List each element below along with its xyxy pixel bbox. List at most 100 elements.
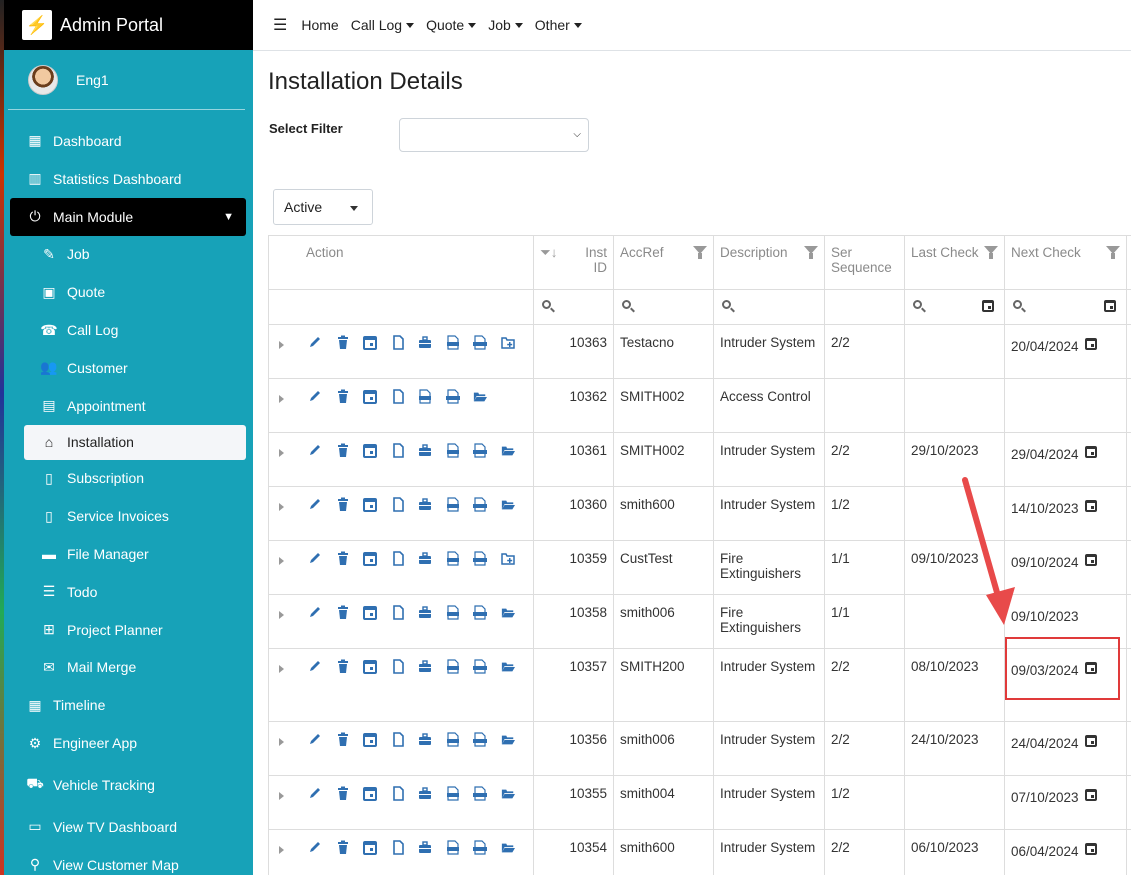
calendar-icon[interactable] <box>363 840 377 855</box>
menu-toggle-icon[interactable]: ☰ <box>273 15 287 35</box>
calendar-icon[interactable] <box>363 335 377 350</box>
edit-icon[interactable] <box>308 497 322 512</box>
pdf-icon[interactable] <box>446 551 460 566</box>
folder-open-icon[interactable] <box>501 840 515 855</box>
filter-cell-description[interactable] <box>714 290 825 324</box>
delete-icon[interactable] <box>336 551 350 566</box>
calendar-icon[interactable] <box>982 300 994 312</box>
edit-icon[interactable] <box>308 840 322 855</box>
document-icon[interactable] <box>391 732 405 747</box>
sidebar-item-main-module[interactable]: ⏻ Main Module ▼ <box>10 197 246 236</box>
pdf-icon[interactable] <box>446 335 460 350</box>
toolbox-icon[interactable] <box>418 732 432 747</box>
calendar-icon[interactable] <box>1084 843 1097 855</box>
document-icon[interactable] <box>391 389 405 404</box>
status-dropdown[interactable]: Active <box>273 189 373 225</box>
document-icon[interactable] <box>391 335 405 350</box>
topnav-call-log[interactable]: Call Log <box>351 17 414 33</box>
folder-open-icon[interactable] <box>501 786 515 801</box>
expand-row-icon[interactable] <box>279 791 284 800</box>
toolbox-icon[interactable] <box>418 605 432 620</box>
pdf-icon[interactable] <box>446 840 460 855</box>
document-icon[interactable] <box>391 659 405 674</box>
docx-icon[interactable] <box>473 659 487 674</box>
edit-icon[interactable] <box>308 732 322 747</box>
delete-icon[interactable] <box>336 389 350 404</box>
column-header-accref[interactable]: AccRef <box>614 236 714 289</box>
calendar-icon[interactable] <box>363 605 377 620</box>
topnav-other[interactable]: Other <box>535 17 582 33</box>
sidebar-item-dashboard[interactable]: ▦ Dashboard <box>0 122 253 160</box>
docx-icon[interactable] <box>473 732 487 747</box>
sidebar-item-appointment[interactable]: ▤ Appointment <box>0 387 253 425</box>
edit-icon[interactable] <box>308 786 322 801</box>
calendar-icon[interactable] <box>1084 789 1097 801</box>
delete-icon[interactable] <box>336 605 350 620</box>
pdf-icon[interactable] <box>446 605 460 620</box>
docx-icon[interactable] <box>473 786 487 801</box>
folder-plus-icon[interactable] <box>500 335 515 350</box>
folder-plus-icon[interactable] <box>500 551 515 566</box>
pdf-icon[interactable] <box>418 389 432 404</box>
calendar-icon[interactable] <box>1084 500 1097 512</box>
filter-cell-next-check[interactable] <box>1005 290 1127 324</box>
filter-icon[interactable] <box>1106 246 1120 259</box>
table-row[interactable]: 10355 smith004 Intruder System 1/2 07/10/202… <box>269 776 1131 830</box>
pdf-icon[interactable] <box>446 732 460 747</box>
pdf-icon[interactable] <box>446 659 460 674</box>
edit-icon[interactable] <box>308 605 322 620</box>
expand-row-icon[interactable] <box>279 845 284 854</box>
sidebar-item-engineer-app[interactable]: ⚙ Engineer App <box>0 724 253 762</box>
folder-open-icon[interactable] <box>501 732 515 747</box>
calendar-icon[interactable] <box>363 659 377 674</box>
topnav-job[interactable]: Job <box>488 17 523 33</box>
delete-icon[interactable] <box>336 335 350 350</box>
docx-icon[interactable] <box>473 551 487 566</box>
calendar-icon[interactable] <box>363 443 377 458</box>
filter-sort-icon[interactable]: ⏷↓ <box>540 245 558 261</box>
calendar-icon[interactable] <box>1084 554 1097 566</box>
calendar-icon[interactable] <box>363 497 377 512</box>
document-icon[interactable] <box>391 497 405 512</box>
expand-row-icon[interactable] <box>279 448 284 457</box>
edit-icon[interactable] <box>308 443 322 458</box>
folder-open-icon[interactable] <box>501 443 515 458</box>
table-row[interactable]: 10363 Testacno Intruder System 2/2 20/04/202… <box>269 325 1131 379</box>
filter-cell-accref[interactable] <box>614 290 714 324</box>
docx-icon[interactable] <box>473 443 487 458</box>
delete-icon[interactable] <box>336 497 350 512</box>
filter-cell-inst-id[interactable] <box>534 290 614 324</box>
folder-open-icon[interactable] <box>473 389 489 404</box>
brand-header[interactable]: ⚡ Admin Portal <box>0 0 253 50</box>
column-header-inst-id[interactable]: ⏷↓ Inst ID <box>534 236 614 289</box>
column-header-ser-sequence[interactable]: Ser Sequence <box>825 236 905 289</box>
calendar-icon[interactable] <box>1104 300 1116 312</box>
toolbox-icon[interactable] <box>418 443 432 458</box>
sidebar-item-vehicle-tracking[interactable]: ⛟ Vehicle Tracking <box>0 762 253 808</box>
edit-icon[interactable] <box>308 551 322 566</box>
delete-icon[interactable] <box>336 732 350 747</box>
sidebar-item-service-invoices[interactable]: ▯ Service Invoices <box>0 497 253 535</box>
toolbox-icon[interactable] <box>418 551 432 566</box>
sidebar-item-call-log[interactable]: ☎ Call Log <box>0 311 253 349</box>
table-row[interactable]: 10357 SMITH200 Intruder System 2/2 08/10/202… <box>269 649 1131 722</box>
sidebar-item-view-tv-dashboard[interactable]: ▭ View TV Dashboard <box>0 808 253 846</box>
column-header-last-check[interactable]: Last Check <box>905 236 1005 289</box>
sidebar-item-project-planner[interactable]: ⊞ Project Planner <box>0 611 253 649</box>
filter-select[interactable]: ⌵ <box>399 118 589 152</box>
user-panel[interactable]: Eng1 <box>8 50 245 110</box>
toolbox-icon[interactable] <box>418 497 432 512</box>
docx-icon[interactable] <box>473 335 487 350</box>
document-icon[interactable] <box>391 605 405 620</box>
filter-icon[interactable] <box>804 246 818 259</box>
table-row[interactable]: 10354 smith600 Intruder System 2/2 06/10/202… <box>269 830 1131 875</box>
calendar-icon[interactable] <box>1084 338 1097 350</box>
calendar-icon[interactable] <box>363 389 377 404</box>
sidebar-item-quote[interactable]: ▣ Quote <box>0 273 253 311</box>
sidebar-item-customer[interactable]: 👥 Customer <box>0 349 253 387</box>
delete-icon[interactable] <box>336 659 350 674</box>
table-row[interactable]: 10356 smith006 Intruder System 2/2 24/10/202… <box>269 722 1131 776</box>
sidebar-item-mail-merge[interactable]: ✉ Mail Merge <box>0 649 253 687</box>
toolbox-icon[interactable] <box>418 840 432 855</box>
calendar-icon[interactable] <box>1084 735 1097 747</box>
